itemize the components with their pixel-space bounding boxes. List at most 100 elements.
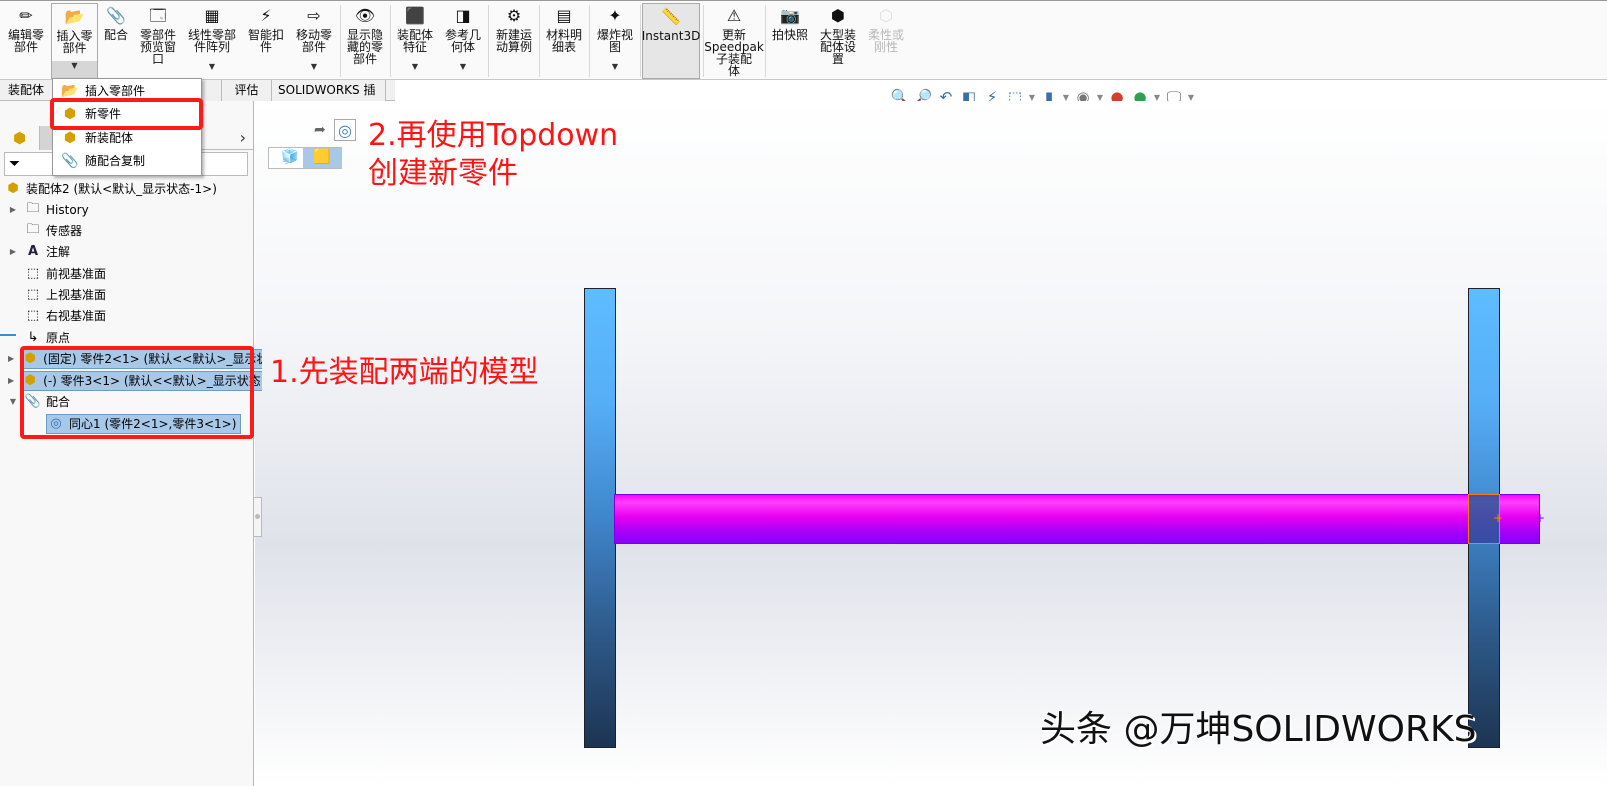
menu-item-copy-with-mates[interactable]: 📎 随配合复制 — [53, 149, 201, 172]
linear-pattern-icon: ▦ — [204, 6, 220, 25]
part-icon: 🟨 — [313, 149, 331, 165]
expand-icon[interactable]: ▶ — [8, 205, 18, 214]
speedpak-icon: ⚠ — [726, 6, 742, 25]
chevron-down-icon: ▼ — [611, 62, 619, 71]
annotation-step1: 1.先装配两端的模型 — [270, 355, 539, 390]
tree-root[interactable]: ⬢ 装配体2 (默认<默认_显示状态-1>) — [0, 178, 254, 199]
edit-component-button[interactable]: ✏ 编辑零 部件 — [4, 3, 48, 79]
assembly-icon: ⬢ — [12, 129, 27, 147]
show-hidden-components-button[interactable]: 👁 显示隐 藏的零 部件 — [343, 3, 387, 79]
annotation-folder-icon: A — [27, 244, 39, 259]
camera-icon: 📷 — [780, 6, 800, 25]
reference-geometry-button[interactable]: ◨ 参考几 何体 ▼ — [441, 3, 485, 79]
chevron-down-icon: ▼ — [411, 62, 419, 71]
watermark: 头条 @万坤SOLIDWORKS — [1040, 709, 1477, 750]
graphics-area[interactable] — [255, 101, 1607, 786]
menu-item-label: 插入零部件 — [85, 84, 146, 98]
exploded-view-icon: ✦ — [608, 6, 622, 25]
highlight-box-new-part — [50, 98, 203, 130]
move-component-button[interactable]: ⇨ 移动零 部件 ▼ — [292, 3, 336, 79]
assembly-features-icon: ⬛ — [405, 6, 425, 25]
annotation-step2: 2.再使用Topdown 创建新零件 — [368, 117, 618, 193]
smart-fasteners-icon: ⚡ — [260, 6, 272, 25]
tree-item-label: 传感器 — [46, 224, 83, 238]
expand-icon[interactable]: ▶ — [8, 354, 14, 363]
tree-item-label: 前视基准面 — [46, 267, 107, 281]
tab-solidworks-addins[interactable]: SOLIDWORKS 插件 — [272, 80, 386, 117]
command-manager-ribbon: ✏ 编辑零 部件 📂 插入零 部件 ▼ 📎 配合 🗔 零部件 预览窗 口 ▦ 线… — [0, 0, 1607, 80]
bom-button[interactable]: ▤ 材料明 细表 — [542, 3, 586, 79]
linear-pattern-button[interactable]: ▦ 线性零部 件阵列 ▼ — [184, 3, 240, 79]
edit-component-icon: ✏ — [19, 6, 33, 25]
shaft-part[interactable] — [614, 494, 1540, 544]
concentric-mate-icon[interactable]: ◎ — [334, 119, 356, 141]
left-end-plate[interactable] — [584, 288, 616, 748]
large-assembly-settings-button[interactable]: ⬢ 大型装 配体设 置 — [815, 3, 861, 79]
large-assembly-icon: ⬢ — [831, 6, 845, 25]
menu-item-label: 新装配体 — [85, 131, 134, 145]
tree-item-history[interactable]: ▶ 🗀 History — [8, 199, 262, 220]
plane-icon: ⬚ — [26, 266, 40, 281]
tree-item-label: 原点 — [46, 331, 71, 345]
new-motion-study-button[interactable]: ⚙ 新建运 动算例 — [491, 3, 537, 79]
tree-item-right-plane[interactable]: ⬚ 右视基准面 — [8, 305, 262, 326]
tree-rollback-bar[interactable] — [0, 334, 16, 336]
tab-hidden[interactable] — [202, 80, 222, 101]
bom-icon: ▤ — [556, 6, 572, 25]
tree-item-top-plane[interactable]: ⬚ 上视基准面 — [8, 284, 262, 305]
insert-component-icon: 📂 — [64, 7, 85, 26]
tab-evaluate[interactable]: 评估 — [222, 80, 272, 101]
plane-icon: ⬚ — [26, 287, 40, 302]
mate-paperclip-icon: 📎 — [106, 6, 126, 25]
solidworks-window: ✏ 编辑零 部件 📂 插入零 部件 ▼ 📎 配合 🗔 零部件 预览窗 口 ▦ 线… — [0, 0, 1607, 786]
ribbon-separator — [390, 5, 391, 77]
chevron-down-icon: ▼ — [71, 61, 78, 70]
update-speedpak-button[interactable]: ⚠ 更新 Speedpak 子装配 体 — [704, 3, 764, 79]
sensor-folder-icon: 🗀 — [26, 221, 40, 237]
breadcrumb[interactable]: 🧊 🟨 — [268, 147, 342, 169]
chevron-down-icon: ▼ — [310, 62, 318, 71]
tree-root-label: 装配体2 (默认<默认_显示状态-1>) — [26, 182, 217, 196]
insert-component-icon: 📂 — [61, 82, 79, 99]
breadcrumb-arrow-icon[interactable]: ➦ — [314, 122, 326, 138]
exploded-view-button[interactable]: ✦ 爆炸视 图 ▼ — [592, 3, 638, 79]
origin-cross-icon: + — [1493, 511, 1504, 525]
plane-icon: ⬚ — [26, 308, 40, 323]
annotation-step2-line1: 2.再使用Topdown — [368, 118, 619, 153]
expand-icon[interactable]: ▶ — [8, 247, 18, 256]
tree-item-label: 右视基准面 — [46, 309, 107, 323]
panel-collapse-handle[interactable] — [254, 497, 262, 537]
reference-geometry-icon: ◨ — [455, 6, 471, 25]
ribbon-separator — [765, 5, 766, 77]
assembly-features-button[interactable]: ⬛ 装配体 特征 ▼ — [393, 3, 437, 79]
component-preview-icon: 🗔 — [149, 6, 167, 25]
flexible-rigid-icon: ⬡ — [879, 6, 893, 25]
origin-icon: ↳ — [27, 330, 39, 345]
ribbon-separator — [539, 5, 540, 77]
menu-item-label: 随配合复制 — [85, 154, 146, 168]
component-preview-button[interactable]: 🗔 零部件 预览窗 口 — [135, 3, 181, 79]
tree-item-front-plane[interactable]: ⬚ 前视基准面 — [8, 263, 262, 284]
highlight-box-assembled-parts — [20, 346, 254, 439]
chevron-right-icon[interactable]: › — [240, 128, 246, 147]
motion-study-icon: ⚙ — [506, 6, 522, 25]
assembly-icon: 🧊 — [281, 149, 299, 165]
tree-item-annotations[interactable]: ▶ A 注解 — [8, 241, 262, 262]
tab-assembly[interactable]: 装配体 — [2, 80, 50, 101]
tree-item-origin[interactable]: ↳ 原点 — [8, 327, 262, 348]
smart-fasteners-button[interactable]: ⚡ 智能扣 件 — [244, 3, 288, 79]
collapse-icon[interactable]: ▼ — [8, 397, 18, 406]
insert-component-button[interactable]: 📂 插入零 部件 ▼ — [51, 3, 98, 79]
tree-item-sensors[interactable]: 🗀 传感器 — [8, 220, 262, 241]
instant3d-button[interactable]: 📏 Instant3D — [642, 3, 700, 79]
tree-item-label: History — [46, 202, 89, 217]
new-assembly-icon: ⬢ — [63, 129, 77, 146]
mate-button[interactable]: 📎 配合 — [100, 3, 132, 79]
assembly-icon: ⬢ — [7, 181, 19, 196]
take-snapshot-button[interactable]: 📷 拍快照 — [768, 3, 812, 79]
expand-icon[interactable]: ▶ — [8, 376, 14, 385]
tab-feature-manager[interactable]: ⬢ — [0, 126, 40, 150]
chevron-down-icon: ▼ — [208, 62, 216, 71]
flexible-rigid-button: ⬡ 柔性或 刚性 — [867, 6, 904, 54]
annotation-step2-line2: 创建新零件 — [368, 156, 518, 191]
